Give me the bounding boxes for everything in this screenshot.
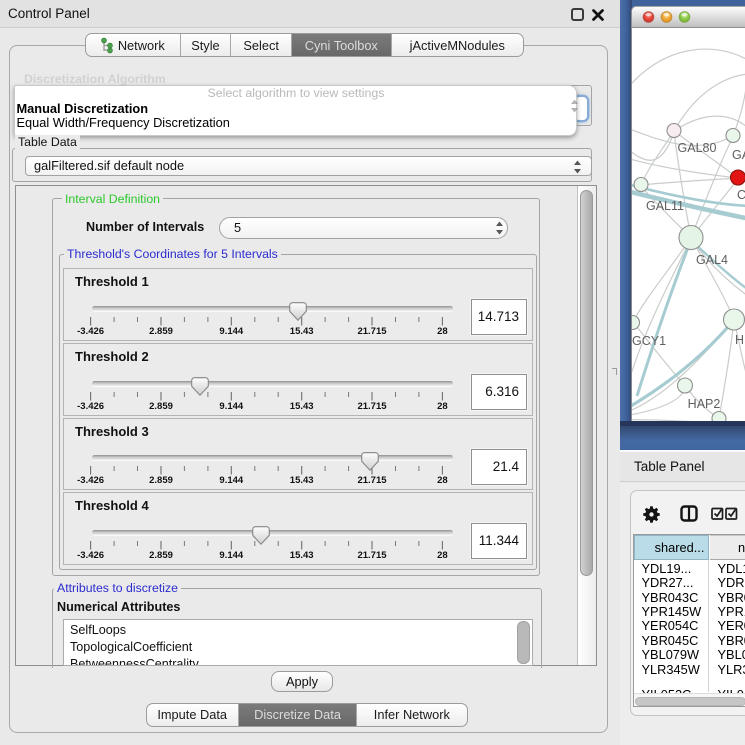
svg-text:GAL80: GAL80 — [678, 141, 717, 155]
svg-text:HAP2: HAP2 — [688, 397, 721, 411]
svg-text:GCY1: GCY1 — [632, 334, 666, 348]
svg-text:C: C — [737, 188, 745, 202]
svg-text:H: H — [735, 333, 744, 347]
svg-text:GA: GA — [732, 148, 745, 162]
svg-text:GAL11: GAL11 — [646, 199, 684, 213]
svg-text:GAL4: GAL4 — [696, 253, 728, 267]
